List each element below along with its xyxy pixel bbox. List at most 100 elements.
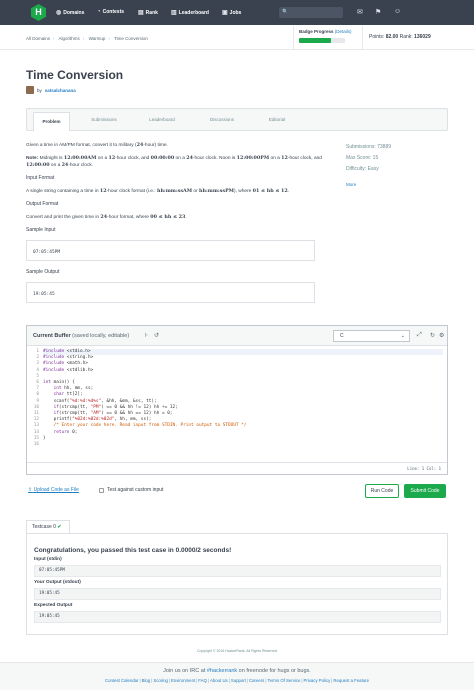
custom-input-checkbox[interactable] [99,487,104,493]
tab-editorial[interactable]: Editorial [257,109,297,130]
chevron-down-icon: ⌄ [400,333,405,339]
footer-link[interactable]: Environment [171,678,195,683]
upload-icon: ⇪ [28,487,33,493]
footer-link[interactable]: Blog [142,678,151,683]
run-code-button[interactable]: Run Code [365,484,399,498]
tab-discussions[interactable]: Discussions [197,109,247,130]
rank-value: 136029 [414,34,431,40]
editor-title: Current Buffer (saved locally, editable) [33,333,130,339]
vim-mode-icon[interactable]: ⊦ [145,332,148,339]
tab-submissions[interactable]: Submissions [79,109,129,130]
problem-statement: Given a time in AM/PM format, convert it… [26,142,326,311]
settings-icon[interactable]: ⚙ [439,332,444,339]
code-editor: Current Buffer (saved locally, editable)… [26,325,448,475]
rank-icon: ▤ [138,10,144,16]
code-lines[interactable]: #include <stdio.h> #include <string.h> #i… [43,349,443,442]
your-output-heading: Your Output (stdout) [34,580,81,585]
footer-link[interactable]: Scoring [153,678,168,683]
nav-contests[interactable]: ◔ Contests [97,9,124,15]
editor-statusbar: Line: 1 Col: 1 [27,462,447,474]
irc-notice: Join us on IRC at #hackerrank on freenod… [163,668,311,674]
submissions-count: Submissions: 73889 [346,144,392,150]
sample-output-heading: Sample Output [26,269,60,275]
leaderboard-icon: ▥ [171,10,177,16]
cursor-position: Line: 1 Col: 1 [407,466,441,471]
briefcase-icon: ▣ [222,10,228,16]
footer-link[interactable]: Careers [249,678,264,683]
nav-rank[interactable]: ▤ Rank [138,9,158,17]
expected-output-box: 19:05:45 [34,611,441,623]
fullscreen-icon[interactable]: ⤢ [417,332,422,339]
footer-links: Contest Calendar|Blog|Scoring|Environmen… [105,678,369,683]
nav-leaderboard[interactable]: ▥ Leaderboard [171,9,209,17]
badge-progress: Badge Progress (Details) [293,26,363,49]
testcase-result: Congratulations, you passed this test ca… [26,533,448,635]
footer-link[interactable]: Terms Of Service [267,678,300,683]
output-format-heading: Output Format [26,201,59,207]
avatar [26,86,34,94]
line-number: 16 [33,442,39,448]
chat-icon[interactable]: ✉ [357,8,363,16]
badge-details-link[interactable]: (Details) [335,29,352,34]
footer-link[interactable]: Contest Calendar [105,678,138,683]
tab-leaderboard[interactable]: Leaderboard [137,109,187,130]
badge-progress-bar [299,38,345,43]
nav-domains[interactable]: ◍ Domains [56,9,84,17]
footer-link[interactable]: FAQ [198,678,207,683]
output-format-text: Convert and print the given time in 24-h… [26,214,187,220]
max-score: Max Score: 15 [346,155,379,161]
difficulty: Difficulty: Easy [346,166,379,172]
input-format-heading: Input Format [26,175,55,181]
stdout-box: 19:05:45 [34,588,441,600]
stdin-box: 07:05:45PM [34,565,441,577]
breadcrumb-warmup[interactable]: Warmup [89,36,106,41]
tab-problem[interactable]: Problem [33,112,70,131]
custom-input-toggle[interactable]: Test against custom input [99,487,163,493]
footer-link[interactable]: Support [231,678,246,683]
breadcrumb-all-domains[interactable]: All Domains [26,36,50,41]
breadcrumb-algorithms[interactable]: Algorithms [59,36,80,41]
tab-testcase-0[interactable]: Testcase 0 ✔ [26,520,70,534]
sample-input-box: 07:05:45PM [26,240,315,261]
footer-link[interactable]: Request a Feature [333,678,369,683]
globe-icon: ◍ [56,10,62,16]
sample-output-box: 19:05:45 [26,282,315,303]
badge-progress-fill [299,38,332,43]
footer: Join us on IRC at #hackerrank on freenod… [0,662,474,690]
problem-intro: Given a time in AM/PM format, convert it… [26,142,168,148]
code-area[interactable]: 1 2 3 4 5 6 7 8 9 10 11 12 13 14 15 16 #include <stdio.… [27,347,447,462]
input-format-text: A single string containing a time in 12-… [26,188,290,194]
challenge-tabs: Problem Submissions Leaderboard Discussi… [26,108,448,131]
author-line: by vatsalchanana [26,86,76,94]
breadcrumb: All Domains › Algorithms › Warmup › Time Co… [26,36,148,41]
footer-link[interactable]: Privacy Policy [304,678,331,683]
problem-note: Note: Midnight is 12:00:00AM on a 12-hou… [26,155,322,168]
input-heading: Input (stdin) [34,557,62,562]
user-icon[interactable]: ☺ [394,8,401,15]
challenge-stats: Submissions: 73889 Max Score: 15 Difficu… [346,142,391,191]
breadcrumb-current: Time Conversion [114,36,148,41]
history-icon[interactable]: ↺ [154,332,159,339]
hackerrank-logo[interactable]: H [31,4,46,21]
language-select[interactable]: C ⌄ [333,330,410,342]
result-message: Congratulations, you passed this test ca… [34,547,232,554]
page-title: Time Conversion [26,68,124,82]
line-number-gutter: 1 2 3 4 5 6 7 8 9 10 11 12 13 14 15 16 [27,349,39,448]
nav-jobs[interactable]: ▣ Jobs [222,9,241,17]
submit-code-button[interactable]: Submit Code [404,484,446,498]
points-value: 82.00 [385,34,399,40]
reset-icon[interactable]: ↻ [430,332,435,339]
footer-link[interactable]: About Us [210,678,228,683]
notification-icon[interactable]: ⚑ [375,8,381,16]
copyright: Copyright © 2016 HackerRank. All Rights … [196,649,277,653]
upload-code-link[interactable]: ⇪ Upload Code as File [28,487,79,493]
irc-channel-link[interactable]: #hackerrank [207,668,237,674]
search-icon: 🔍 [282,9,289,15]
more-link[interactable]: More [346,182,356,187]
top-navbar: H ◍ Domains ◔ Contests ▤ Rank ▥ Leaderboard … [0,0,474,25]
points-rank: Points: 82.00 Rank: 136029 [369,34,431,40]
search-input[interactable]: 🔍 [279,7,343,18]
expected-output-heading: Expected Output [34,603,73,608]
author-link[interactable]: vatsalchanana [45,88,76,93]
check-icon: ✔ [57,524,62,530]
